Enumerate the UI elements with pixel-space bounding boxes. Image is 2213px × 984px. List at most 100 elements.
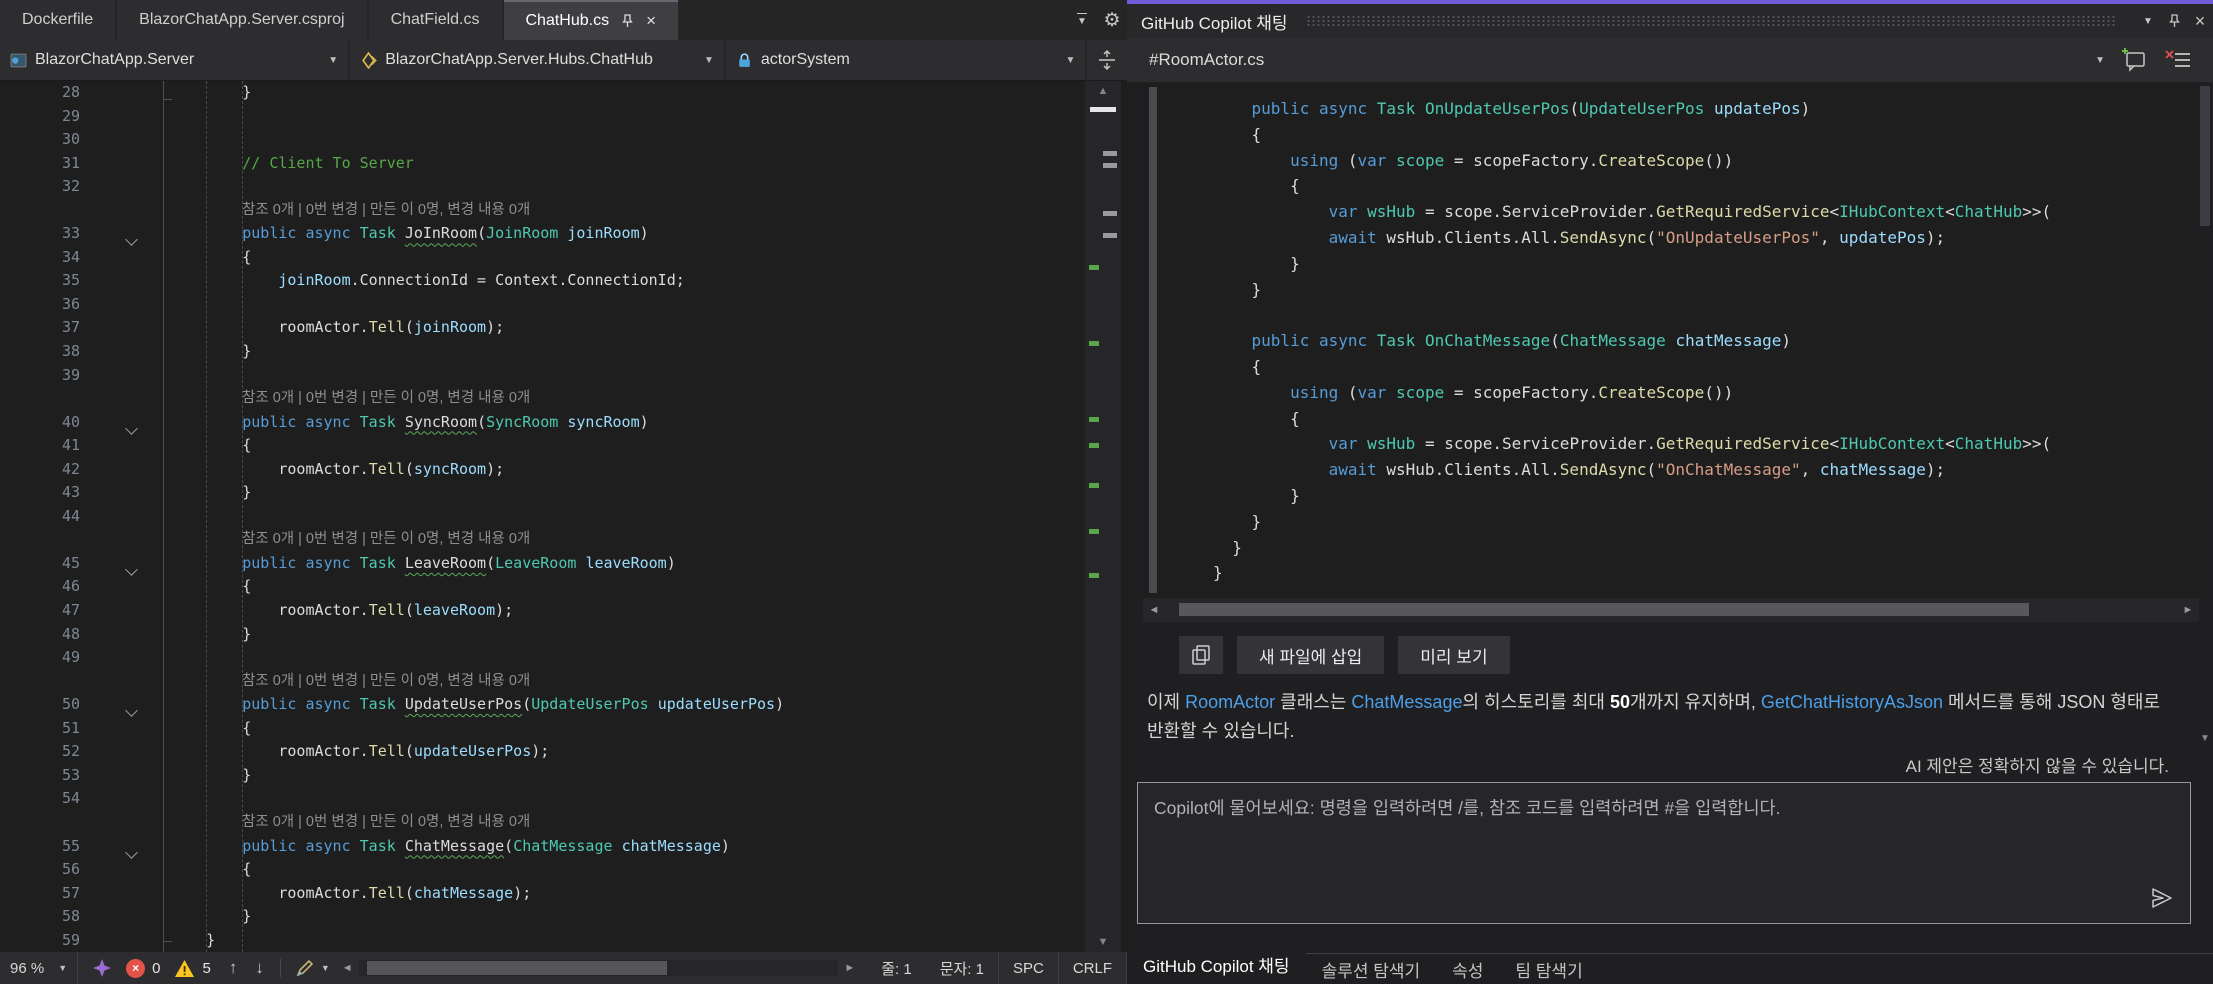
document-tab-bar: Dockerfile BlazorChatApp.Server.csproj C… xyxy=(0,0,1127,40)
tab-chathub-active[interactable]: ChatHub.cs × xyxy=(504,0,679,40)
copilot-response-text: 이제 RoomActor 클래스는 ChatMessage의 히스토리를 최대 … xyxy=(1147,688,2169,744)
code-token: async xyxy=(305,413,350,431)
navigate-down-icon[interactable]: ↓ xyxy=(255,958,264,978)
copilot-code-block[interactable]: public async Task OnUpdateUserPos(Update… xyxy=(1143,82,2199,598)
scrollbar-track[interactable] xyxy=(359,960,839,976)
split-editor-button[interactable] xyxy=(1087,40,1127,80)
close-icon[interactable]: × xyxy=(2187,11,2213,32)
editor-horizontal-scrollbar[interactable]: ◄ ► xyxy=(342,959,855,977)
line-number: 33 xyxy=(0,222,80,246)
suggestion-icon[interactable] xyxy=(92,958,112,978)
line-number: 34 xyxy=(0,246,80,270)
tool-tab-copilot-active[interactable]: GitHub Copilot 채팅 xyxy=(1127,944,1306,984)
code-editor[interactable]: 28 }293031 // Client To Server32참조 0개 | … xyxy=(0,81,1127,952)
status-line-number[interactable]: 줄: 1 xyxy=(867,952,925,984)
preview-button[interactable]: 미리 보기 xyxy=(1398,636,1509,674)
project-dropdown[interactable]: BlazorChatApp.Server ▼ xyxy=(0,40,350,80)
code-token xyxy=(1213,460,1329,479)
member-dropdown-label: actorSystem xyxy=(761,51,850,69)
code-token xyxy=(1367,331,1377,350)
code-line: using (var scope = scopeFactory.CreateSc… xyxy=(1213,380,2051,406)
tab-dockerfile[interactable]: Dockerfile xyxy=(0,0,115,40)
gear-icon[interactable]: ⚙ xyxy=(1097,0,1127,40)
changed-line-mark xyxy=(1089,443,1099,448)
format-brush-button[interactable]: ▼ xyxy=(295,958,330,978)
zoom-control[interactable]: 96 % ▼ xyxy=(0,952,78,984)
tab-chatfield[interactable]: ChatField.cs xyxy=(369,0,502,40)
codelens-link[interactable]: 참조 0개 | 0번 변경 | 만든 이 0명, 변경 내용 0개 xyxy=(242,811,530,835)
scroll-down-icon[interactable]: ▼ xyxy=(1085,932,1121,952)
response-link[interactable]: GetChatHistoryAsJson xyxy=(1761,692,1943,712)
code-token: async xyxy=(1319,99,1367,118)
scrollbar-thumb[interactable] xyxy=(1090,107,1116,112)
code-token: LeaveRoom xyxy=(405,554,486,572)
scrollbar-mark xyxy=(1103,233,1117,238)
scroll-left-icon[interactable]: ◄ xyxy=(342,962,353,974)
codelens-link[interactable]: 참조 0개 | 0번 변경 | 만든 이 0명, 변경 내용 0개 xyxy=(242,528,530,552)
new-chat-button[interactable] xyxy=(2119,45,2149,75)
line-number: 45 xyxy=(0,552,80,576)
tool-tab[interactable]: 속성 xyxy=(1436,957,1499,982)
code-token xyxy=(1213,383,1290,402)
code-token: Task xyxy=(360,554,396,572)
code-token: ChatMessage xyxy=(405,837,504,855)
chat-input[interactable] xyxy=(1138,783,2190,923)
send-button[interactable] xyxy=(2150,887,2174,909)
member-dropdown[interactable]: actorSystem ▼ xyxy=(726,40,1088,80)
copy-code-button[interactable] xyxy=(1179,636,1223,674)
code-token: chatMessage xyxy=(1820,460,1926,479)
codelens-link[interactable]: 참조 0개 | 0번 변경 | 만든 이 0명, 변경 내용 0개 xyxy=(242,670,530,694)
insert-new-file-button[interactable]: 새 파일에 삽입 xyxy=(1237,636,1384,674)
code-line: 39 xyxy=(0,364,1085,388)
scrollbar-thumb[interactable] xyxy=(367,961,667,975)
type-dropdown[interactable]: BlazorChatApp.Server.Hubs.ChatHub ▼ xyxy=(350,40,726,80)
scroll-right-icon[interactable]: ► xyxy=(2177,604,2199,616)
code-text: // Client To Server xyxy=(170,152,414,176)
codelens-link[interactable]: 참조 0개 | 0번 변경 | 만든 이 0명, 변경 내용 0개 xyxy=(242,199,530,223)
tab-overflow-icon[interactable]: ▼ xyxy=(1067,0,1097,40)
codelens-link[interactable]: 참조 0개 | 0번 변경 | 만든 이 0명, 변경 내용 0개 xyxy=(242,387,530,411)
error-summary[interactable]: × 0 xyxy=(126,959,160,978)
scroll-down-icon[interactable]: ▼ xyxy=(2198,733,2212,744)
status-line-ending[interactable]: CRLF xyxy=(1058,952,1127,984)
scrollbar-track[interactable] xyxy=(1165,598,2177,622)
code-token: ( xyxy=(1338,383,1357,402)
code-token: ( xyxy=(405,601,414,619)
chevron-down-icon: ▼ xyxy=(2095,55,2105,66)
scroll-left-icon[interactable]: ◄ xyxy=(1143,604,1165,616)
clear-chat-button[interactable] xyxy=(2163,45,2193,75)
warning-summary[interactable]: 5 xyxy=(174,959,210,978)
status-column-number[interactable]: 문자: 1 xyxy=(926,952,998,984)
pin-icon[interactable] xyxy=(2161,14,2187,28)
response-link[interactable]: ChatMessage xyxy=(1351,692,1462,712)
response-link[interactable]: RoomActor xyxy=(1185,692,1275,712)
code-line: public async Task OnUpdateUserPos(Update… xyxy=(1213,96,2051,122)
code-token: syncRoom xyxy=(414,460,486,478)
status-space-mode[interactable]: SPC xyxy=(998,952,1058,984)
code-line: 44 xyxy=(0,505,1085,529)
code-token: var xyxy=(1329,202,1358,221)
code-token: using xyxy=(1290,151,1338,170)
copilot-panel: GitHub Copilot 채팅 ▼ × #RoomActor.cs ▼ pu… xyxy=(1127,0,2213,984)
context-file-combobox[interactable]: #RoomActor.cs ▼ xyxy=(1137,45,2105,75)
tool-tab[interactable]: 솔루션 탐색기 xyxy=(1306,957,1437,982)
window-position-icon[interactable]: ▼ xyxy=(2135,16,2161,27)
scrollbar-thumb[interactable] xyxy=(2200,86,2210,226)
code-horizontal-scrollbar[interactable]: ◄ ► xyxy=(1143,598,2199,622)
panel-vertical-scrollbar[interactable]: ▼ xyxy=(2198,84,2212,744)
navigate-up-icon[interactable]: ↑ xyxy=(229,958,238,978)
code-token: UpdateUserPos xyxy=(405,695,522,713)
close-icon[interactable]: × xyxy=(646,11,656,31)
code-token xyxy=(1367,99,1377,118)
tool-tab[interactable]: 팀 탐색기 xyxy=(1499,957,1598,982)
scroll-up-icon[interactable]: ▲ xyxy=(1085,81,1121,101)
copilot-title-bar[interactable]: GitHub Copilot 채팅 ▼ × xyxy=(1127,4,2213,38)
chat-input-box xyxy=(1137,782,2191,924)
tab-csproj[interactable]: BlazorChatApp.Server.csproj xyxy=(117,0,366,40)
line-number: 42 xyxy=(0,458,80,482)
line-number: 49 xyxy=(0,646,80,670)
scrollbar-thumb[interactable] xyxy=(1179,603,2029,616)
pin-icon[interactable] xyxy=(621,14,634,28)
editor-vertical-scrollbar[interactable]: ▲ ▼ xyxy=(1085,81,1121,952)
scroll-right-icon[interactable]: ► xyxy=(844,962,855,974)
